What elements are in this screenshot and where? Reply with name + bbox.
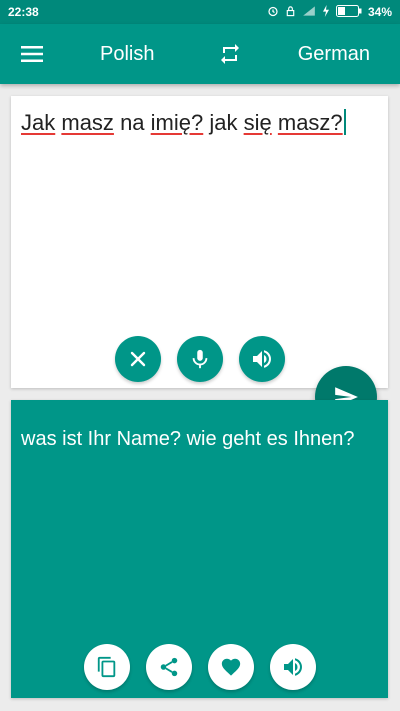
speaker-icon [284, 658, 302, 676]
source-text-input[interactable]: Jak masz na imię? jak się masz? [21, 108, 376, 138]
voice-input-button[interactable] [177, 336, 223, 382]
lock-icon [285, 5, 296, 20]
status-time: 22:38 [8, 5, 39, 19]
input-word: imię? [150, 110, 204, 135]
share-button[interactable] [146, 644, 192, 690]
input-word: Jak [21, 110, 56, 135]
translated-text: was ist Ihr Name? wie geht es Ihnen? [21, 428, 355, 450]
status-icons: 34% [267, 4, 392, 20]
input-word: masz [61, 110, 114, 135]
alarm-icon [267, 5, 279, 20]
output-card: was ist Ihr Name? wie geht es Ihnen? [11, 400, 388, 698]
copy-button[interactable] [84, 644, 130, 690]
text-cursor [343, 109, 346, 135]
input-word: na [120, 110, 145, 135]
battery-icon [335, 4, 362, 20]
charging-icon [322, 4, 330, 20]
signal-icon [302, 5, 316, 20]
favorite-button[interactable] [208, 644, 254, 690]
speak-source-button[interactable] [239, 336, 285, 382]
heart-icon [221, 658, 241, 676]
input-word: jak [209, 110, 238, 135]
clear-button[interactable] [115, 336, 161, 382]
close-icon [130, 351, 146, 367]
target-language-selector[interactable]: German [298, 24, 370, 84]
input-word: masz? [277, 110, 343, 135]
input-word: się [243, 110, 272, 135]
swap-languages-button[interactable] [212, 36, 248, 72]
input-card: Jak masz na imię? jak się masz? [11, 96, 388, 388]
battery-percent: 34% [367, 5, 392, 19]
status-bar: 22:38 34% [0, 0, 400, 24]
source-language-selector[interactable]: Polish [100, 24, 154, 84]
speaker-icon [253, 350, 271, 368]
app-toolbar: Polish German [0, 24, 400, 84]
swap-icon [221, 44, 239, 64]
menu-button[interactable] [12, 36, 52, 72]
share-icon [160, 657, 178, 677]
microphone-icon [192, 349, 208, 369]
hamburger-menu-icon [21, 46, 43, 62]
copy-icon [97, 656, 116, 678]
speak-translation-button[interactable] [270, 644, 316, 690]
